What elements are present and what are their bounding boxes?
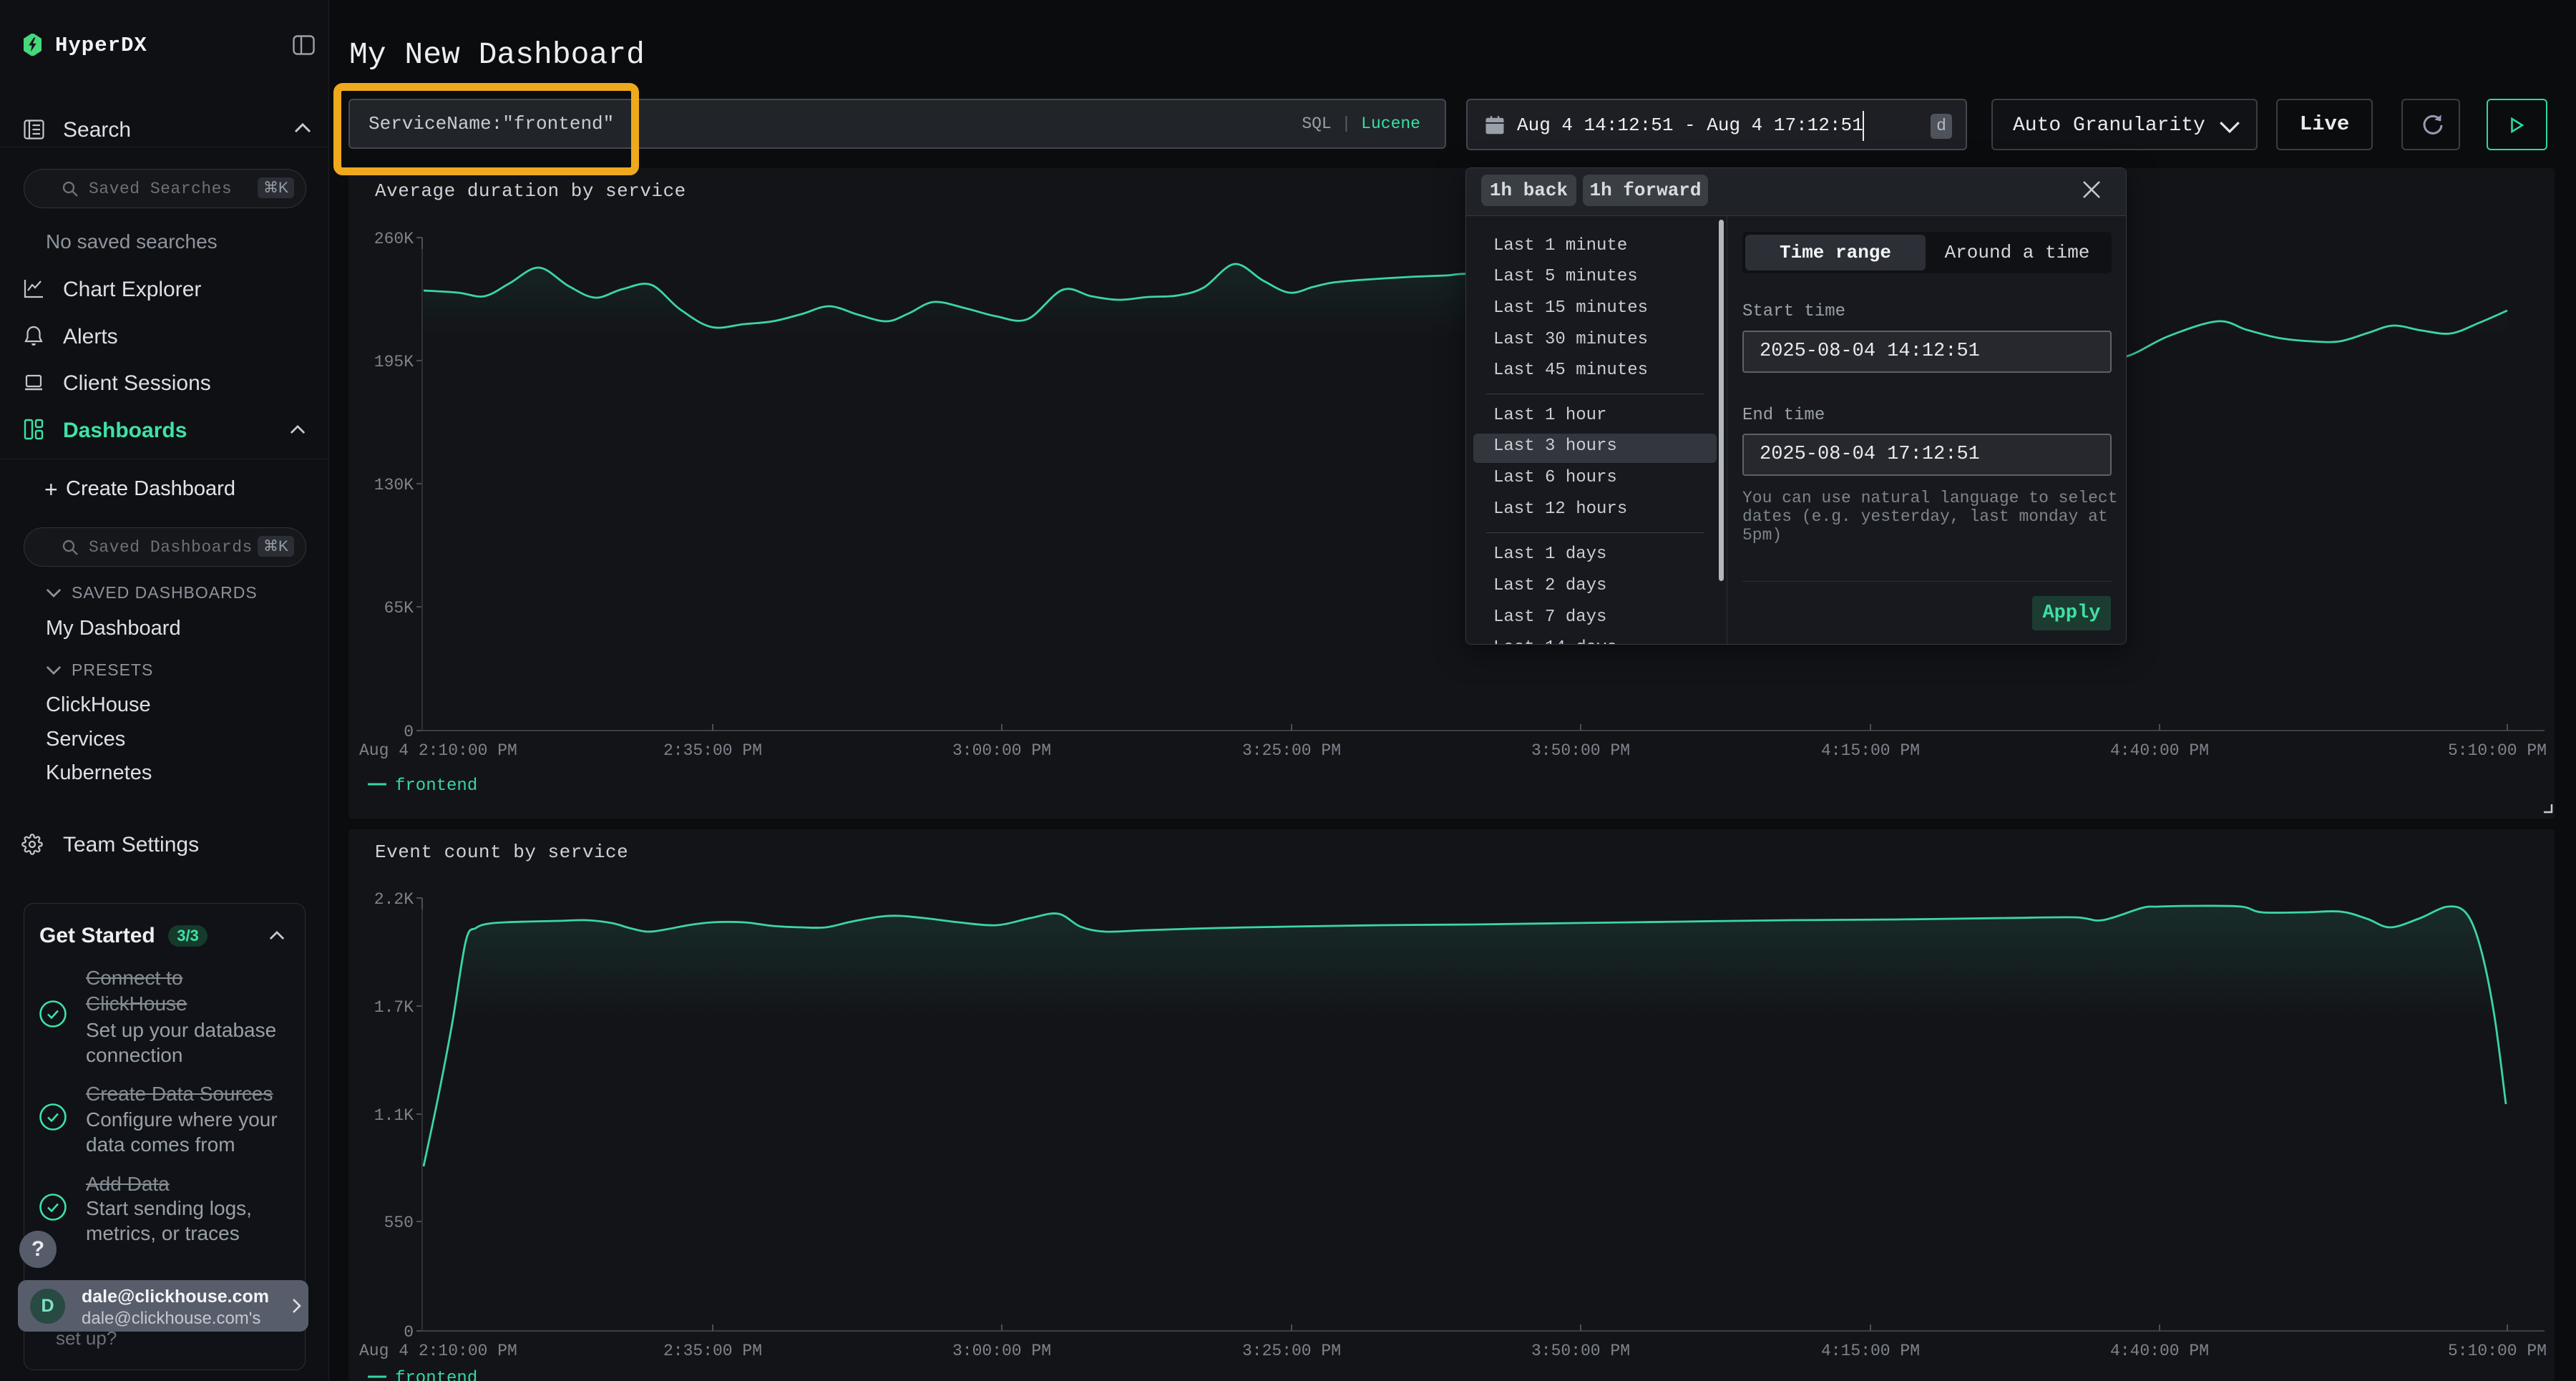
svg-text:260K: 260K — [374, 230, 414, 248]
svg-text:4:15:00 PM: 4:15:00 PM — [1821, 1342, 1920, 1360]
svg-text:3:50:00 PM: 3:50:00 PM — [1531, 1342, 1630, 1360]
svg-text:5:10:00 PM: 5:10:00 PM — [2448, 1342, 2547, 1360]
svg-text:1.1K: 1.1K — [374, 1106, 414, 1125]
svg-text:4:40:00 PM: 4:40:00 PM — [2110, 1342, 2209, 1360]
svg-text:0: 0 — [404, 1323, 414, 1342]
svg-text:3:00:00 PM: 3:00:00 PM — [952, 741, 1051, 760]
svg-text:2.2K: 2.2K — [374, 890, 414, 909]
svg-text:5:10:00 PM: 5:10:00 PM — [2448, 741, 2547, 760]
svg-text:4:15:00 PM: 4:15:00 PM — [1821, 741, 1920, 760]
svg-text:3:25:00 PM: 3:25:00 PM — [1242, 741, 1341, 760]
svg-text:3:25:00 PM: 3:25:00 PM — [1242, 1342, 1341, 1360]
svg-text:3:50:00 PM: 3:50:00 PM — [1531, 741, 1630, 760]
svg-text:195K: 195K — [374, 353, 414, 371]
svg-text:frontend: frontend — [395, 1369, 477, 1381]
svg-text:4:40:00 PM: 4:40:00 PM — [2110, 741, 2209, 760]
svg-text:65K: 65K — [384, 599, 414, 618]
svg-text:2:35:00 PM: 2:35:00 PM — [663, 1342, 762, 1360]
svg-text:1.7K: 1.7K — [374, 998, 414, 1017]
svg-text:0: 0 — [404, 723, 414, 741]
svg-text:130K: 130K — [374, 476, 414, 494]
svg-text:2:35:00 PM: 2:35:00 PM — [663, 741, 762, 760]
svg-text:Aug 4 2:10:00 PM: Aug 4 2:10:00 PM — [359, 1342, 517, 1360]
svg-text:Aug 4 2:10:00 PM: Aug 4 2:10:00 PM — [359, 741, 517, 760]
svg-text:3:00:00 PM: 3:00:00 PM — [952, 1342, 1051, 1360]
svg-text:550: 550 — [384, 1214, 414, 1232]
svg-text:frontend: frontend — [395, 776, 477, 796]
